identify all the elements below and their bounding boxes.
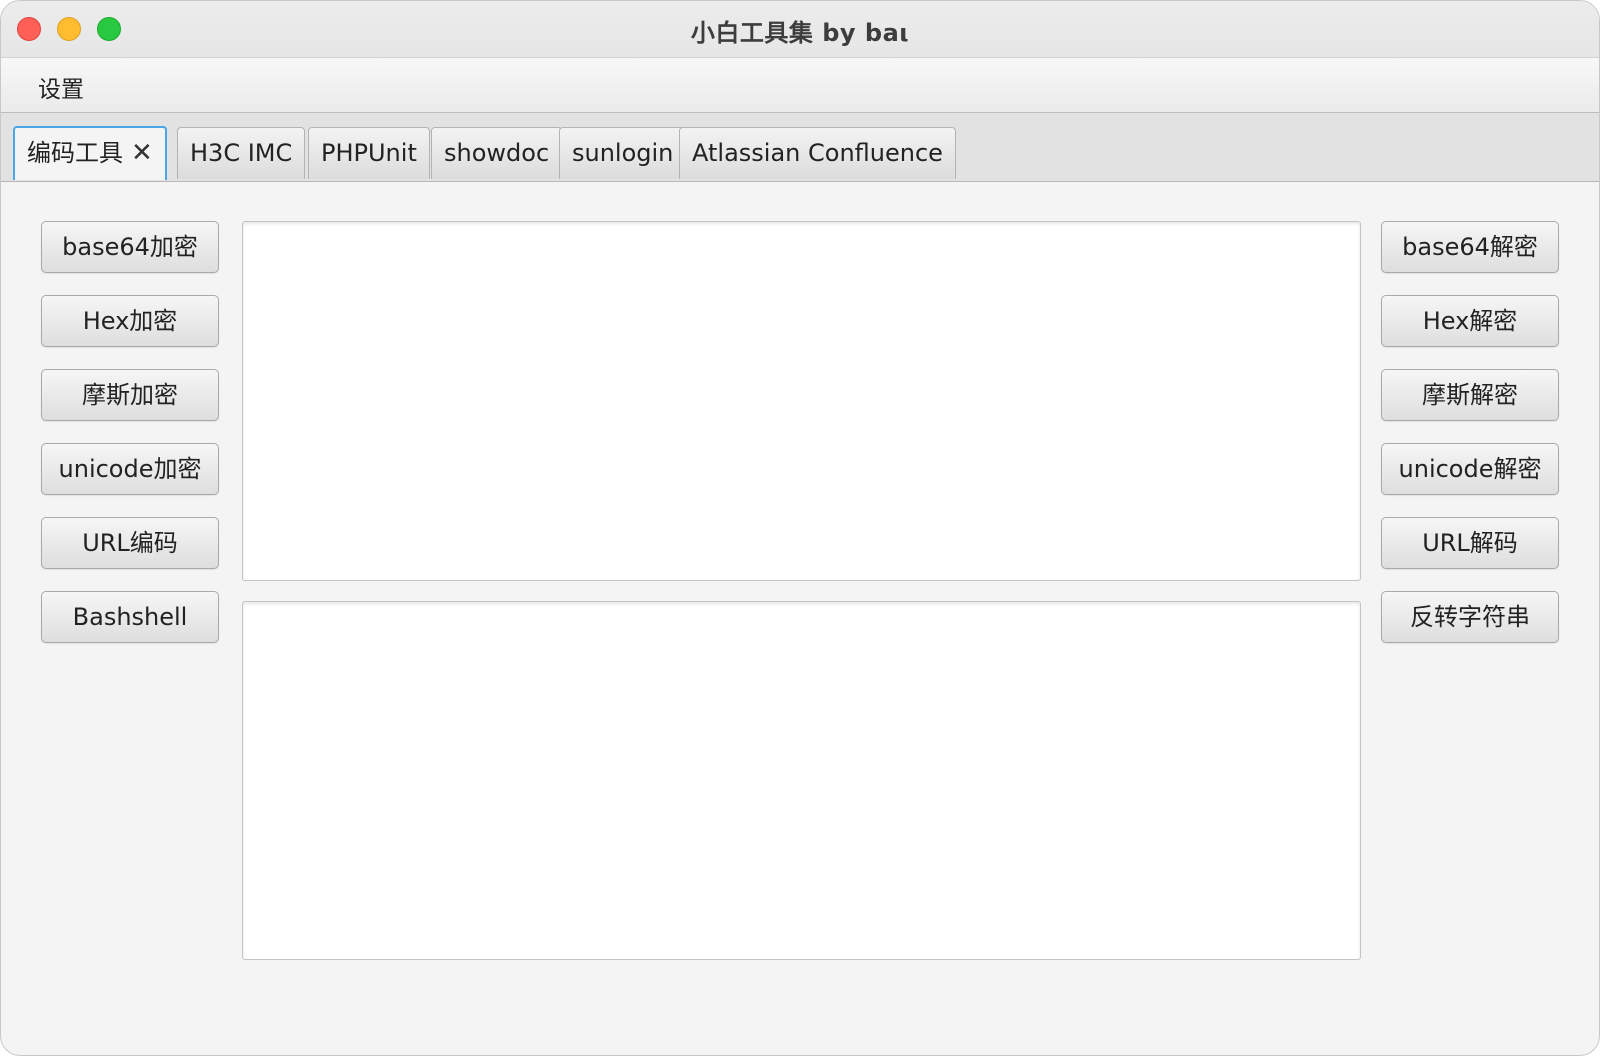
tab-label: 编码工具: [27, 139, 123, 167]
tab-label: Atlassian Confluence: [692, 139, 943, 167]
tab-phpunit[interactable]: PHPUnit: [308, 127, 430, 179]
hex-decode-button[interactable]: Hex解密: [1381, 295, 1559, 347]
tab-bar: 编码工具 ✕ H3C IMC PHPUnit showdoc sunlogin A…: [1, 113, 1599, 182]
title-bar[interactable]: 小白工具集 by baι: [1, 1, 1599, 58]
tab-label: H3C IMC: [190, 139, 293, 167]
reverse-string-button[interactable]: 反转字符串: [1381, 591, 1559, 643]
base64-decode-button[interactable]: base64解密: [1381, 221, 1559, 273]
tab-label: sunlogin: [572, 139, 674, 167]
unicode-decode-button[interactable]: unicode解密: [1381, 443, 1559, 495]
base64-encode-button[interactable]: base64加密: [41, 221, 219, 273]
morse-encode-button[interactable]: 摩斯加密: [41, 369, 219, 421]
bashshell-button[interactable]: Bashshell: [41, 591, 219, 643]
window-title: 小白工具集 by baι: [690, 19, 910, 47]
tab-sunlogin[interactable]: sunlogin: [559, 127, 687, 179]
app-window: 小白工具集 by baι 设置 编码工具 ✕ H3C IMC PHPUnit sh…: [0, 0, 1600, 1056]
url-encode-button[interactable]: URL编码: [41, 517, 219, 569]
unicode-encode-button[interactable]: unicode加密: [41, 443, 219, 495]
hex-encode-button[interactable]: Hex加密: [41, 295, 219, 347]
tab-showdoc[interactable]: showdoc: [431, 127, 563, 179]
menu-bar: 设置: [1, 58, 1599, 113]
morse-decode-button[interactable]: 摩斯解密: [1381, 369, 1559, 421]
url-decode-button[interactable]: URL解码: [1381, 517, 1559, 569]
menu-settings[interactable]: 设置: [38, 70, 84, 104]
tab-atlassian-confluence[interactable]: Atlassian Confluence: [679, 127, 956, 179]
tab-label: showdoc: [444, 139, 550, 167]
input-textarea[interactable]: [242, 221, 1361, 581]
tab-encoding-tools[interactable]: 编码工具 ✕: [13, 126, 167, 180]
output-textarea[interactable]: [242, 601, 1361, 960]
tab-h3c-imc[interactable]: H3C IMC: [177, 127, 306, 179]
close-tab-icon[interactable]: ✕: [131, 128, 153, 178]
tab-label: PHPUnit: [321, 139, 417, 167]
